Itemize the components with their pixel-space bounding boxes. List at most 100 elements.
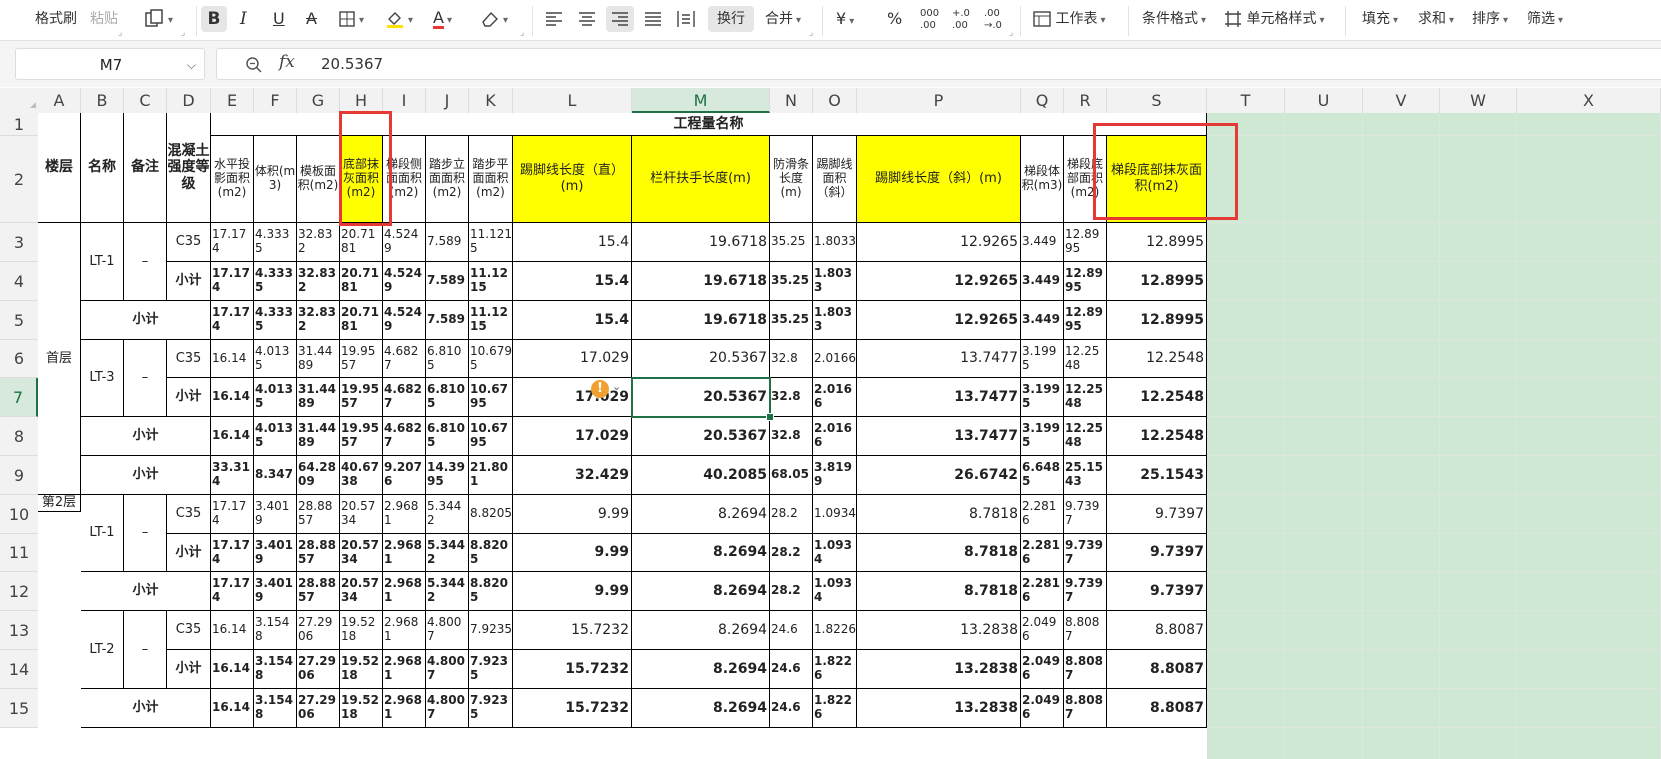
header-name[interactable]: 名称 — [81, 113, 124, 223]
column-header-M[interactable]: M — [632, 88, 770, 113]
cell-Q7[interactable]: 3.1995 — [1021, 378, 1064, 417]
cell-H13[interactable]: 19.5218 — [340, 611, 383, 650]
cell-O15[interactable]: 1.8226 — [813, 689, 857, 728]
cell-M11[interactable]: 8.2694 — [632, 534, 770, 572]
distributed-icon[interactable] — [677, 6, 695, 32]
row-header-15[interactable]: 15 — [0, 689, 38, 728]
increase-decimal-icon[interactable]: +.0.00 — [952, 8, 970, 34]
cell-O3[interactable]: 1.8033 — [813, 223, 857, 262]
cell-J7[interactable]: 6.8105 — [426, 378, 469, 417]
zoom-icon[interactable] — [245, 56, 263, 74]
grade-c35-3[interactable]: C35 — [167, 495, 211, 534]
cell-N14[interactable]: 24.6 — [770, 650, 813, 689]
cell-S8[interactable]: 12.2548 — [1107, 417, 1207, 456]
cell-O8[interactable]: 2.0166 — [813, 417, 857, 456]
cell-H5[interactable]: 20.7181 — [340, 301, 383, 340]
cell-N13[interactable]: 24.6 — [770, 611, 813, 650]
subtotal-label[interactable]: 小计 — [81, 689, 211, 728]
column-header-P[interactable]: P — [857, 88, 1021, 113]
cell-P4[interactable]: 12.9265 — [857, 262, 1021, 301]
header-Q[interactable]: 梯段体积(m3) — [1021, 136, 1064, 223]
cell-L11[interactable]: 9.99 — [513, 534, 632, 572]
header-K[interactable]: 踏步平面面积(m2) — [469, 136, 513, 223]
cell-O9[interactable]: 3.8199 — [813, 456, 857, 495]
cell-Q15[interactable]: 2.0496 — [1021, 689, 1064, 728]
cell-K15[interactable]: 7.9235 — [469, 689, 513, 728]
cell-K7[interactable]: 10.6795 — [469, 378, 513, 417]
column-header-F[interactable]: F — [254, 88, 297, 113]
cell-M5[interactable]: 19.6718 — [632, 301, 770, 340]
column-header-R[interactable]: R — [1064, 88, 1107, 113]
cell-P11[interactable]: 8.7818 — [857, 534, 1021, 572]
cell-E8[interactable]: 16.14 — [211, 417, 254, 456]
cell-S3[interactable]: 12.8995 — [1107, 223, 1207, 262]
cell-L10[interactable]: 9.99 — [513, 495, 632, 534]
cell-H15[interactable]: 19.5218 — [340, 689, 383, 728]
cell-G14[interactable]: 27.2906 — [297, 650, 340, 689]
cell-Q3[interactable]: 3.449 — [1021, 223, 1064, 262]
cell-P3[interactable]: 12.9265 — [857, 223, 1021, 262]
cell-I10[interactable]: 2.9681 — [383, 495, 426, 534]
cell-E13[interactable]: 16.14 — [211, 611, 254, 650]
cell-O12[interactable]: 1.0934 — [813, 572, 857, 611]
formula-input[interactable]: fx 20.5367 — [216, 48, 1661, 80]
cell-M4[interactable]: 19.6718 — [632, 262, 770, 301]
name-lt3[interactable]: LT-3 — [81, 340, 124, 417]
cell-E3[interactable]: 17.174 — [211, 223, 254, 262]
column-header-I[interactable]: I — [383, 88, 426, 113]
cell-L5[interactable]: 15.4 — [513, 301, 632, 340]
row-header-4[interactable]: 4 — [0, 262, 38, 301]
cell-Q4[interactable]: 3.449 — [1021, 262, 1064, 301]
cell-E9[interactable]: 33.314 — [211, 456, 254, 495]
row-header-3[interactable]: 3 — [0, 223, 38, 262]
column-header-X[interactable]: X — [1517, 88, 1661, 113]
column-header-V[interactable]: V — [1363, 88, 1440, 113]
cell-G15[interactable]: 27.2906 — [297, 689, 340, 728]
column-header-E[interactable]: E — [211, 88, 254, 113]
cell-J4[interactable]: 7.589 — [426, 262, 469, 301]
cell-H7[interactable]: 19.9557 — [340, 378, 383, 417]
cell-I12[interactable]: 2.9681 — [383, 572, 426, 611]
cell-S12[interactable]: 9.7397 — [1107, 572, 1207, 611]
cell-S15[interactable]: 8.8087 — [1107, 689, 1207, 728]
copy-icon[interactable]: ▾ — [143, 6, 173, 32]
align-left-icon[interactable] — [545, 6, 563, 32]
underline-icon[interactable]: U — [273, 6, 285, 32]
cell-P10[interactable]: 8.7818 — [857, 495, 1021, 534]
cell-J10[interactable]: 5.3442 — [426, 495, 469, 534]
cell-M8[interactable]: 20.5367 — [632, 417, 770, 456]
cell-G13[interactable]: 27.2906 — [297, 611, 340, 650]
cell-L13[interactable]: 15.7232 — [513, 611, 632, 650]
header-O[interactable]: 踢脚线面积（斜） — [813, 136, 857, 223]
cell-M13[interactable]: 8.2694 — [632, 611, 770, 650]
cell-F15[interactable]: 3.1548 — [254, 689, 297, 728]
header-P[interactable]: 踢脚线长度（斜）(m) — [857, 136, 1021, 223]
sort-button[interactable]: 排序 ▾ — [1472, 6, 1508, 32]
cell-R7[interactable]: 12.2548 — [1064, 378, 1107, 417]
cell-F10[interactable]: 3.4019 — [254, 495, 297, 534]
cell-O4[interactable]: 1.8033 — [813, 262, 857, 301]
row-header-1[interactable]: 1 — [0, 113, 38, 136]
header-F[interactable]: 体积(m3) — [254, 136, 297, 223]
cell-J5[interactable]: 7.589 — [426, 301, 469, 340]
cell-L12[interactable]: 9.99 — [513, 572, 632, 611]
cell-J6[interactable]: 6.8105 — [426, 340, 469, 378]
cell-S13[interactable]: 8.8087 — [1107, 611, 1207, 650]
cell-Q11[interactable]: 2.2816 — [1021, 534, 1064, 572]
cell-K8[interactable]: 10.6795 — [469, 417, 513, 456]
column-header-O[interactable]: O — [813, 88, 857, 113]
subtotal-label[interactable]: 小计 — [167, 650, 211, 689]
cell-K9[interactable]: 21.801 — [469, 456, 513, 495]
floor-label-1[interactable]: 首层 — [38, 223, 81, 495]
conditional-format-button[interactable]: 条件格式 ▾ — [1142, 6, 1206, 32]
cell-F6[interactable]: 4.0135 — [254, 340, 297, 378]
column-header-G[interactable]: G — [297, 88, 340, 113]
header-N[interactable]: 防滑条长度(m) — [770, 136, 813, 223]
cell-S14[interactable]: 8.8087 — [1107, 650, 1207, 689]
cell-N11[interactable]: 28.2 — [770, 534, 813, 572]
cell-I4[interactable]: 4.5249 — [383, 262, 426, 301]
column-header-S[interactable]: S — [1107, 88, 1207, 113]
cell-P14[interactable]: 13.2838 — [857, 650, 1021, 689]
dialog-launcher-icon[interactable]: ⌟ — [809, 28, 813, 38]
subtotal-label[interactable]: 小计 — [167, 378, 211, 417]
